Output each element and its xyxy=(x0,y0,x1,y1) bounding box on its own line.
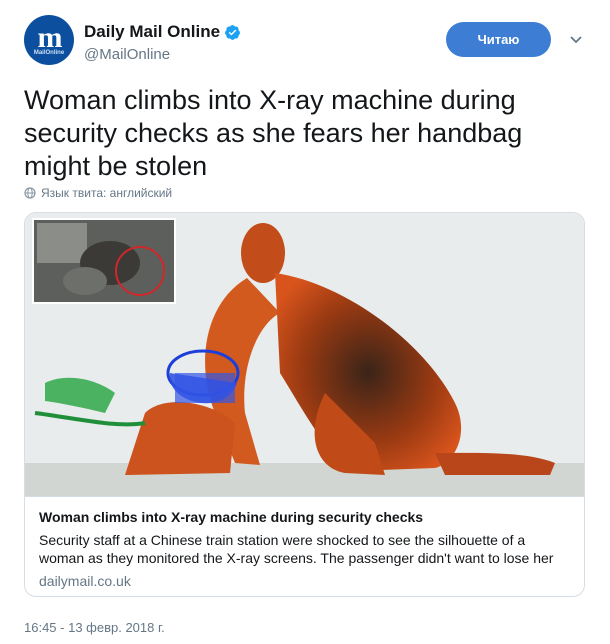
name-row: Daily Mail Online xyxy=(84,22,241,42)
following-button[interactable]: Читаю xyxy=(446,22,551,57)
link-card[interactable]: Woman climbs into X-ray machine during s… xyxy=(24,212,585,597)
avatar[interactable]: m MailOnline xyxy=(24,15,74,65)
verified-badge-icon xyxy=(225,24,240,40)
display-name[interactable]: Daily Mail Online xyxy=(84,22,220,42)
account-handle[interactable]: @MailOnline xyxy=(84,46,170,63)
card-image[interactable] xyxy=(25,213,584,496)
tweet-text: Woman climbs into X-ray machine during s… xyxy=(24,85,523,181)
globe-icon xyxy=(24,187,36,199)
card-domain[interactable]: dailymail.co.uk xyxy=(39,573,131,589)
avatar-logo-subtitle: MailOnline xyxy=(33,50,65,56)
chevron-down-icon[interactable] xyxy=(569,35,583,45)
card-description: Security staff at a Chinese train statio… xyxy=(39,532,554,566)
card-body[interactable]: Woman climbs into X-ray machine during s… xyxy=(25,496,584,596)
language-note-text: Язык твита: английский xyxy=(41,186,173,200)
tweet-language-note: Язык твита: английский xyxy=(24,186,172,200)
xray-photo-image xyxy=(25,213,584,496)
tweet-header: m MailOnline Daily Mail Online @MailOnli… xyxy=(24,15,590,71)
card-title[interactable]: Woman climbs into X-ray machine during s… xyxy=(39,509,423,525)
tweet-timestamp[interactable]: 16:45 - 13 февр. 2018 г. xyxy=(24,620,165,635)
